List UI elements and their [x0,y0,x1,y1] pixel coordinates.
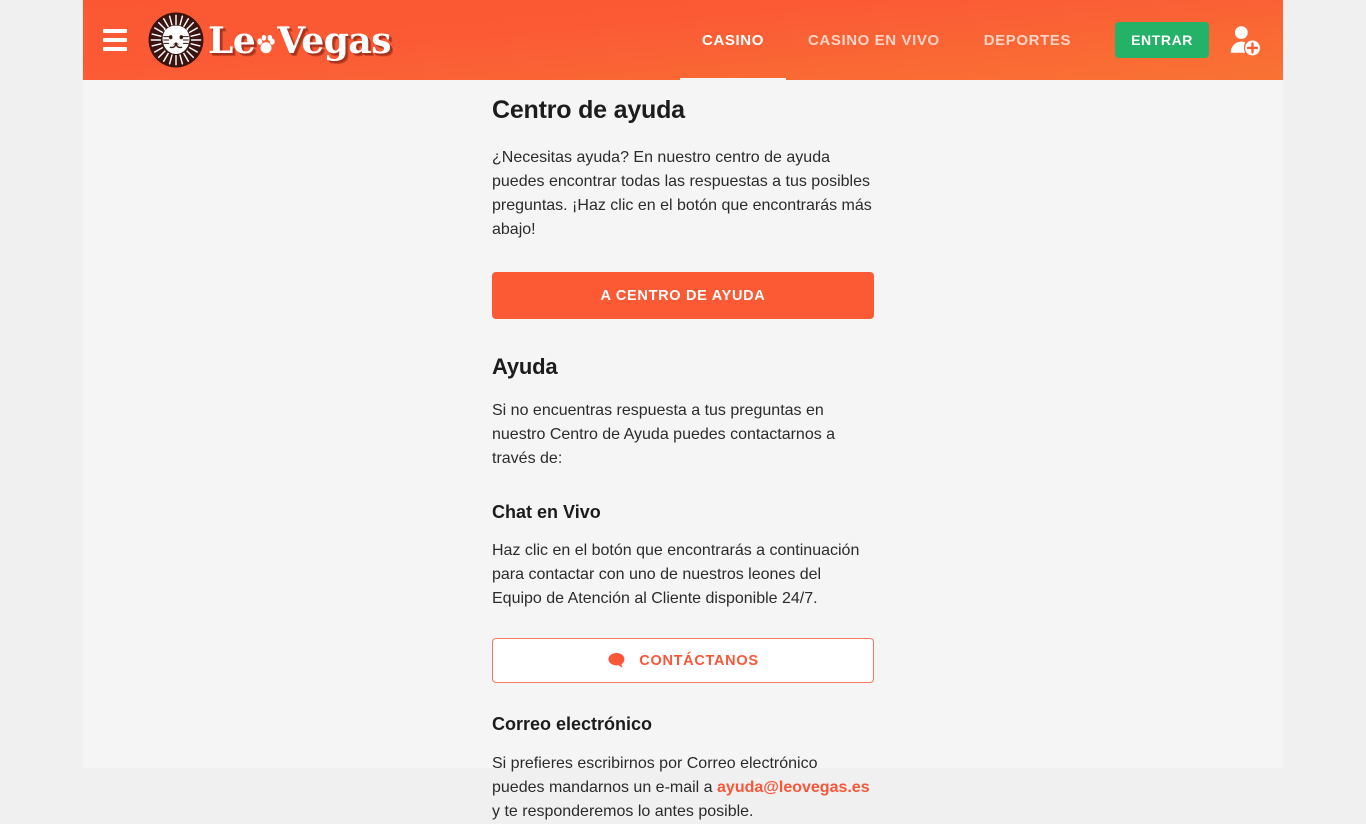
paw-print-icon [257,34,275,54]
main-navigation: CASINO CASINO EN VIVO DEPORTES [680,0,1093,88]
hamburger-menu-icon[interactable] [93,18,137,62]
hamburger-bar [103,29,127,33]
nav-item-casino[interactable]: CASINO [680,0,786,88]
chat-bubble-icon [608,653,625,668]
add-user-icon[interactable] [1227,23,1261,57]
go-to-help-center-button[interactable]: A CENTRO DE AYUDA [492,272,874,320]
help-center-paragraph: ¿Necesitas ayuda? En nuestro centro de a… [492,149,872,239]
email-paragraph-after: y te responderemos lo antes posible. [492,802,754,820]
help-paragraph: Si no encuentras respuesta a tus pregunt… [492,401,836,467]
main-content: Centro de ayuda ¿Necesitas ayuda? En nue… [83,80,1283,824]
content-column: Centro de ayuda ¿Necesitas ayuda? En nue… [492,80,874,824]
section-live-chat: Chat en Vivo Haz clic en el botón que en… [492,501,874,684]
support-email-link[interactable]: ayuda@leovegas.es [717,779,870,796]
live-chat-title: Chat en Vivo [492,501,601,522]
login-button[interactable]: ENTRAR [1115,22,1209,58]
email-paragraph: Si prefieres escribirnos por Correo elec… [492,752,874,824]
brand-wordmark: Le Vegas [208,20,392,62]
section-help: Ayuda Si no encuentras respuesta a tus p… [492,353,874,471]
hamburger-bar [103,47,127,51]
page-frame: Le Vegas CASINO CASINO EN VIVO DEPORTES E… [83,0,1283,820]
nav-item-deportes[interactable]: DEPORTES [962,0,1093,80]
brand-wordmark-part1: Le [208,20,256,62]
section-help-center: Centro de ayuda ¿Necesitas ayuda? En nue… [492,95,874,320]
nav-item-casino-en-vivo[interactable]: CASINO EN VIVO [786,0,962,80]
contact-us-button[interactable]: CONTÁCTANOS [492,638,874,684]
brand-wordmark-part2: Vegas [277,20,392,62]
site-header: Le Vegas CASINO CASINO EN VIVO DEPORTES E… [83,0,1283,88]
contact-us-label: CONTÁCTANOS [639,652,759,669]
help-title: Ayuda [492,354,558,380]
page-title: Centro de ayuda [492,96,685,124]
live-chat-paragraph: Haz clic en el botón que encontrarás a c… [492,542,860,608]
email-title: Correo electrónico [492,714,653,735]
brand-logo[interactable]: Le Vegas [148,12,392,68]
lion-head-icon [148,12,204,68]
section-email: Correo electrónico Si prefieres escribir… [492,713,874,824]
hamburger-bar [103,38,127,42]
